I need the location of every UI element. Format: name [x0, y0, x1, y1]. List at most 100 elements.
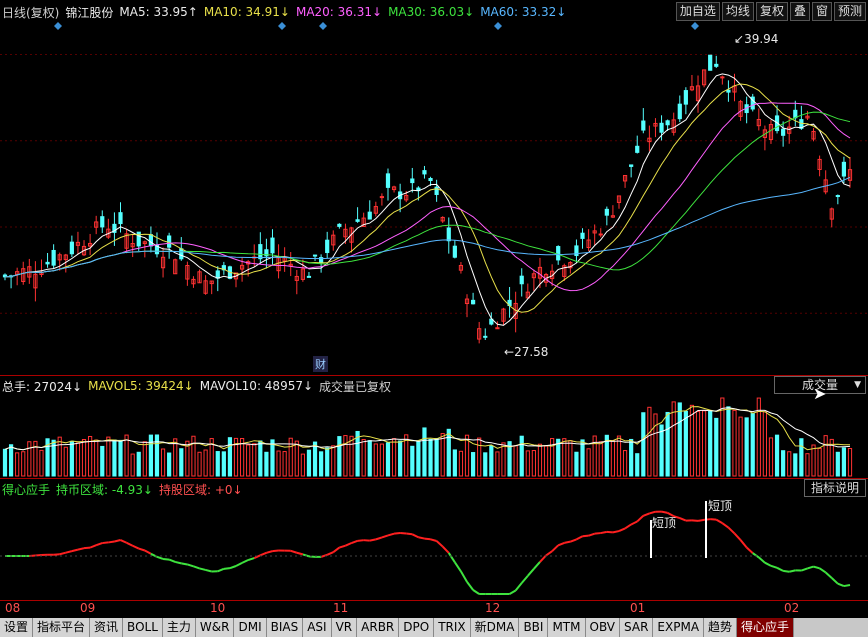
candle-body: [270, 237, 275, 254]
indicator-line: [181, 562, 188, 566]
volume-bar: [689, 404, 695, 477]
tab-item[interactable]: OBV: [585, 618, 621, 637]
volume-bar: [373, 443, 378, 477]
tab-item[interactable]: ARBR: [357, 618, 400, 637]
volume-bar: [398, 440, 403, 477]
add-favorite-button[interactable]: 加自选: [675, 2, 720, 21]
indicator-line: [120, 539, 127, 544]
toolbar: 加自选 均线 复权 叠 窗 预测: [674, 2, 866, 21]
candle-body: [428, 177, 433, 182]
volume-bar: [470, 452, 476, 477]
indicator-line: [697, 518, 705, 522]
indicator-line: [606, 530, 614, 534]
tab-item[interactable]: MTM: [548, 618, 586, 637]
tab-item[interactable]: DPO: [399, 618, 435, 637]
indicator-line: [162, 557, 170, 561]
candlestick-chart[interactable]: [0, 20, 868, 375]
tab-item[interactable]: 资讯: [90, 618, 124, 637]
candle-body: [495, 327, 500, 330]
candle-body: [720, 76, 725, 79]
tab-item[interactable]: 趋势: [704, 618, 738, 637]
period-label[interactable]: 日线(复权): [2, 4, 59, 21]
volume-ma-line: [4, 407, 851, 451]
indicator-chart[interactable]: [0, 498, 868, 598]
volume-bar: [774, 434, 780, 477]
tab-item[interactable]: BOLL: [123, 618, 163, 637]
indicator-line: [77, 547, 85, 551]
candle-body: [367, 211, 372, 220]
tab-item[interactable]: 得心应手: [737, 618, 795, 637]
indicator-line: [108, 540, 115, 544]
volume-bar: [88, 435, 93, 477]
ma-line: [4, 83, 851, 313]
tab-item[interactable]: DMI: [234, 618, 267, 637]
volume-bar: [221, 451, 226, 477]
indicator-line: [418, 536, 425, 540]
high-price-label: ↙39.94: [734, 32, 779, 46]
candle-body: [312, 254, 318, 257]
volume-bar: [191, 435, 196, 477]
tab-item[interactable]: TRIX: [434, 618, 471, 637]
volume-bar: [683, 410, 688, 477]
adjust-button[interactable]: 复权: [755, 2, 788, 21]
candle-body: [118, 212, 123, 225]
indicator-line: [393, 531, 401, 535]
tab-item[interactable]: 新DMA: [470, 618, 520, 637]
indicator-line: [430, 538, 437, 542]
indicator-line: [339, 544, 346, 549]
tab-item[interactable]: 指标平台: [33, 618, 91, 637]
volume-bar: [270, 439, 275, 477]
volume-bar: [483, 452, 488, 477]
candle-body: [179, 248, 184, 260]
volume-bar: [598, 441, 603, 477]
volume-bar: [21, 451, 26, 477]
indicator-line: [132, 544, 140, 550]
indicator-line: [193, 565, 200, 570]
volume-bar: [106, 436, 111, 477]
tab-item[interactable]: 设置: [0, 618, 34, 637]
indicator-line: [570, 538, 577, 543]
indicator-line: [733, 532, 742, 541]
tab-item[interactable]: BIAS: [266, 618, 304, 637]
tab-item[interactable]: ASI: [303, 618, 332, 637]
mavol10-value: MAVOL10: 48957↓: [199, 379, 314, 393]
ma-button[interactable]: 均线: [721, 2, 754, 21]
volume-chart[interactable]: [0, 396, 868, 478]
candle-body: [148, 234, 153, 247]
ma5-value: MA5: 33.95↑: [119, 5, 198, 19]
volume-bar: [63, 446, 68, 477]
indicator-line: [411, 533, 419, 539]
ma60-value: MA60: 33.32↓: [480, 5, 567, 19]
window-button[interactable]: 窗: [811, 2, 832, 21]
tab-item[interactable]: 主力: [162, 618, 196, 637]
candle-body: [665, 120, 670, 126]
overlay-button[interactable]: 叠: [789, 2, 810, 21]
indicator-line: [752, 552, 760, 559]
indicator-line: [400, 531, 407, 535]
indicator-line: [424, 537, 431, 541]
volume-bar: [635, 453, 640, 477]
indicator-line: [788, 569, 796, 573]
volume-bar: [27, 441, 32, 477]
volume-bar: [367, 440, 372, 477]
indicator-line: [642, 512, 650, 517]
stock-name: 锦江股份: [65, 5, 114, 20]
tab-item[interactable]: SAR: [620, 618, 654, 637]
candle-body: [325, 239, 330, 254]
tab-item[interactable]: VR: [331, 618, 358, 637]
indicator-name: 得心应手: [2, 482, 51, 497]
indicator-line: [582, 534, 589, 538]
candle-body: [452, 245, 457, 258]
low-price-label: ←27.58: [504, 345, 549, 359]
volume-bar: [616, 435, 622, 477]
indicator-line: [770, 564, 778, 569]
forecast-button[interactable]: 预测: [833, 2, 866, 21]
candle-body: [337, 223, 342, 227]
indicator-help-button[interactable]: 指标说明: [803, 479, 866, 497]
tab-item[interactable]: BBI: [519, 618, 549, 637]
tab-item[interactable]: EXPMA: [653, 618, 705, 637]
tab-item[interactable]: W&R: [195, 618, 235, 637]
indicator-line: [679, 517, 687, 522]
volume-note: 成交量已复权: [319, 379, 392, 394]
finance-marker[interactable]: 财: [313, 356, 328, 372]
